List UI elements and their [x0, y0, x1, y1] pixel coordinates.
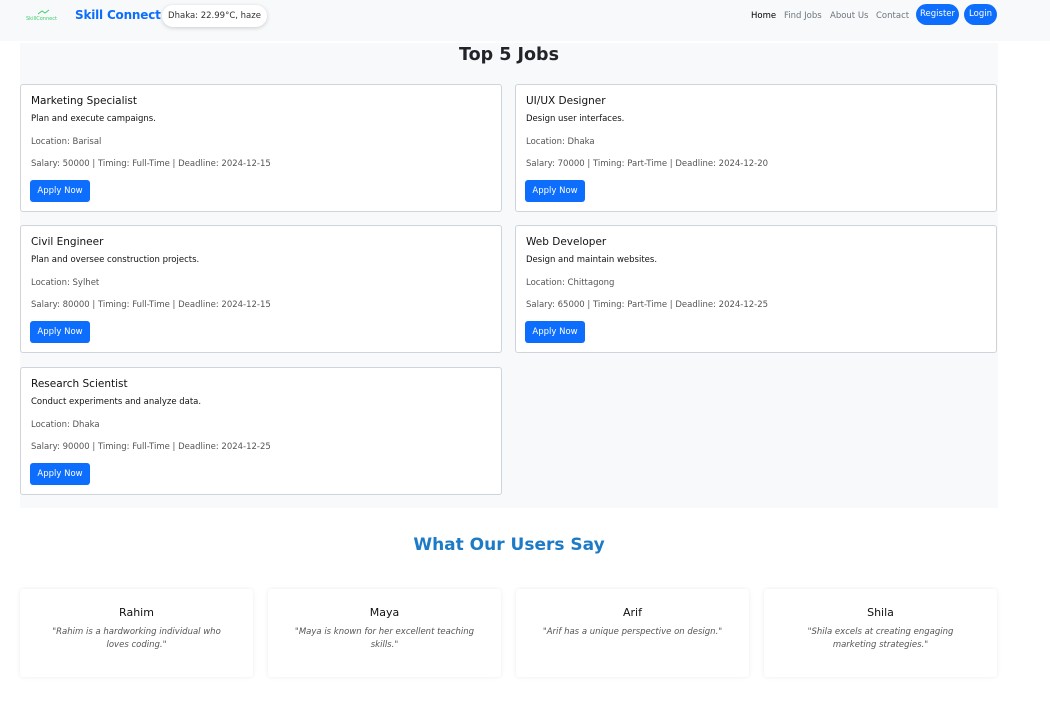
- login-button[interactable]: Login: [964, 4, 997, 25]
- job-description: Conduct experiments and analyze data.: [31, 397, 202, 407]
- job-title: UI/UX Designer: [526, 95, 606, 107]
- testimonial-card: Rahim "Rahim is a hardworking individual…: [20, 589, 253, 677]
- job-title: Web Developer: [526, 236, 607, 248]
- job-description: Design and maintain websites.: [526, 255, 658, 265]
- nav-link-about-us[interactable]: About Us: [830, 11, 868, 21]
- job-location: Location: Dhaka: [526, 137, 595, 147]
- testimonial-name: Rahim: [119, 606, 154, 619]
- apply-now-button[interactable]: Apply Now: [525, 180, 585, 202]
- testimonial-quote: "Arif has a unique perspective on design…: [542, 627, 723, 637]
- register-button[interactable]: Register: [916, 4, 959, 25]
- nav-link-find-jobs[interactable]: Find Jobs: [784, 11, 822, 21]
- testimonial-name: Shila: [867, 606, 894, 619]
- job-details: Salary: 80000 | Timing: Full-Time | Dead…: [31, 300, 271, 310]
- brand-logo-icon[interactable]: SkillConnect: [25, 9, 63, 23]
- job-title: Civil Engineer: [31, 236, 104, 248]
- job-title: Marketing Specialist: [31, 95, 138, 107]
- apply-now-button[interactable]: Apply Now: [30, 463, 90, 485]
- testimonial-name: Arif: [623, 606, 642, 619]
- weather-badge: Dhaka: 22.99°C, haze: [162, 5, 267, 27]
- testimonial-card: Shila "Shila excels at creating engaging…: [764, 589, 997, 677]
- job-card: Web Developer Design and maintain websit…: [515, 225, 997, 353]
- testimonials-title: What Our Users Say: [413, 535, 605, 555]
- testimonial-card: Arif "Arif has a unique perspective on d…: [516, 589, 749, 677]
- job-location: Location: Dhaka: [31, 420, 100, 430]
- job-description: Plan and execute campaigns.: [31, 114, 156, 124]
- job-card: Research Scientist Conduct experiments a…: [20, 367, 502, 495]
- job-card: Marketing Specialist Plan and execute ca…: [20, 84, 502, 212]
- job-description: Plan and oversee construction projects.: [31, 255, 200, 265]
- testimonial-quote: "Maya is known for her excellent teachin…: [294, 627, 475, 650]
- job-location: Location: Sylhet: [31, 278, 100, 288]
- top-jobs-section: Top 5 Jobs Marketing Specialist Plan and…: [20, 43, 998, 508]
- svg-text:SkillConnect: SkillConnect: [26, 16, 57, 22]
- job-details: Salary: 50000 | Timing: Full-Time | Dead…: [31, 159, 271, 169]
- testimonial-name: Maya: [369, 606, 400, 619]
- testimonial-quote: "Rahim is a hardworking individual who l…: [52, 627, 221, 650]
- navbar: SkillConnect Skill Connect Dhaka: 22.99°…: [0, 0, 1050, 41]
- job-card: Civil Engineer Plan and oversee construc…: [20, 225, 502, 353]
- testimonial-card: Maya "Maya is known for her excellent te…: [268, 589, 501, 677]
- job-location: Location: Chittagong: [526, 278, 615, 288]
- job-location: Location: Barisal: [31, 137, 102, 147]
- nav-link-home[interactable]: Home: [751, 11, 776, 21]
- job-title: Research Scientist: [31, 378, 128, 390]
- apply-now-button[interactable]: Apply Now: [30, 321, 90, 343]
- apply-now-button[interactable]: Apply Now: [525, 321, 585, 343]
- nav-link-contact[interactable]: Contact: [876, 11, 909, 21]
- apply-now-button[interactable]: Apply Now: [30, 180, 90, 202]
- job-description: Design user interfaces.: [526, 114, 625, 124]
- top-jobs-title: Top 5 Jobs: [458, 45, 559, 65]
- testimonial-quote: "Shila excels at creating engaging marke…: [807, 627, 954, 650]
- brand-name[interactable]: Skill Connect: [75, 8, 161, 22]
- job-details: Salary: 65000 | Timing: Part-Time | Dead…: [526, 300, 769, 310]
- job-details: Salary: 90000 | Timing: Full-Time | Dead…: [31, 442, 271, 452]
- job-details: Salary: 70000 | Timing: Part-Time | Dead…: [526, 159, 769, 169]
- job-card: UI/UX Designer Design user interfaces. L…: [515, 84, 997, 212]
